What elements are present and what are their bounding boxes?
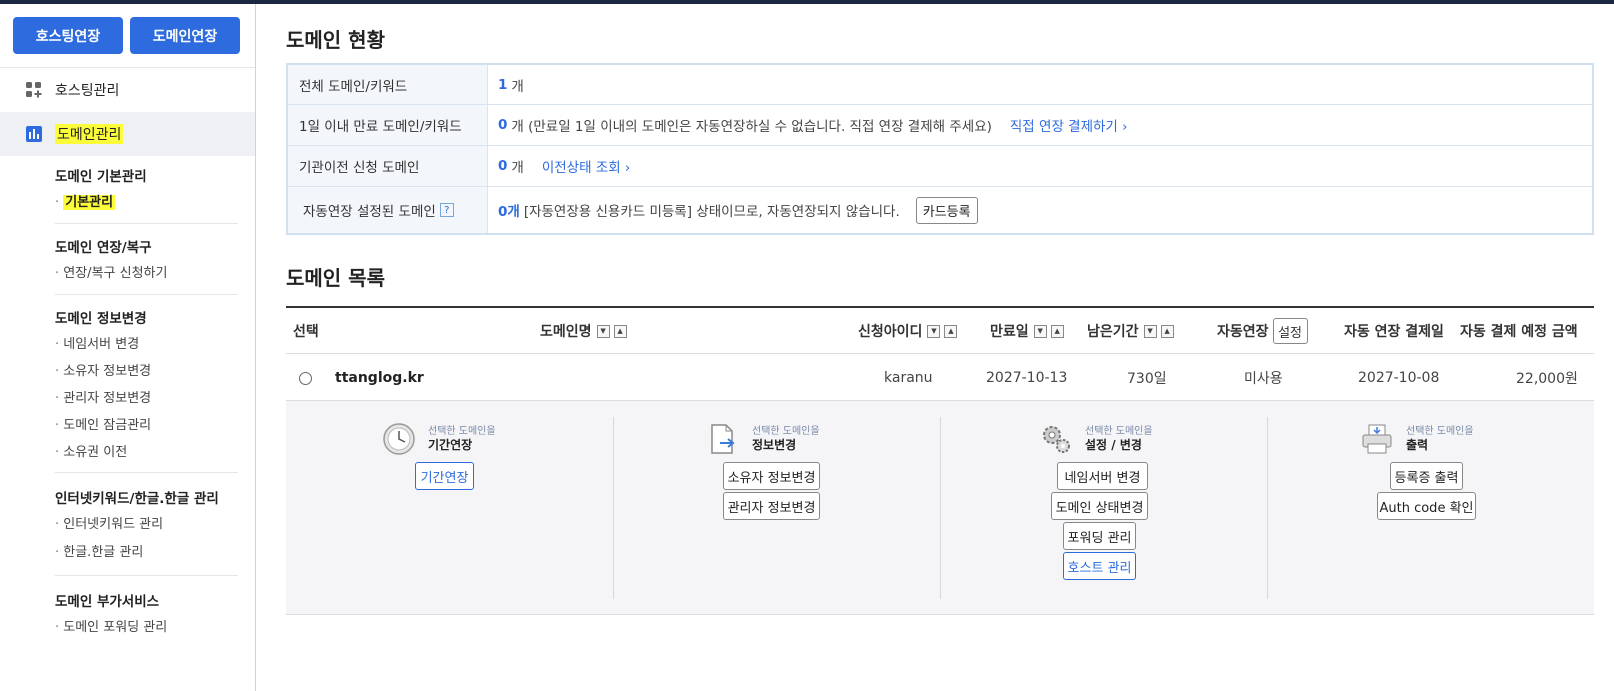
help-icon[interactable]: ? [439, 203, 454, 217]
sidebar-group-info: 도메인 정보변경 네임서버 변경 소유자 정보변경 관리자 정보변경 도메인 잠… [55, 295, 238, 473]
status-value: 1개 [498, 76, 524, 95]
action-column-extend: 선택한 도메인을 기간연장 기간연장 [286, 417, 613, 599]
sidebar-item-domain-label: 도메인관리 [55, 124, 124, 144]
sidebar-buttons: 호스팅연장 도메인연장 [0, 4, 255, 68]
sidebar-group-title: 인터넷키워드/한글.한글 관리 [55, 491, 219, 507]
status-value: 0 개 이전상태 조회 › [498, 156, 631, 176]
sidebar-link-nameserver[interactable]: 네임서버 변경 [55, 331, 238, 358]
status-value: 0개 [자동연장용 신용카드 미등록] 상태이므로, 자동연장되지 않습니다. 카드… [488, 187, 1592, 233]
sidebar-link-transfer[interactable]: 소유권 이전 [55, 439, 238, 466]
list-header: 선택 도메인명 ▼ ▲ 신청아이디 ▼ ▲ 만료일 ▼ ▲ 남은기간 ▼ ▲ 자동연장 … [286, 306, 1594, 354]
sidebar-link-hangul[interactable]: 한글.한글 관리 [55, 539, 238, 567]
sidebar-link-keyword[interactable]: 인터넷키워드 관리 [55, 511, 238, 539]
sidebar-item-hosting-label: 호스팅관리 [55, 83, 120, 99]
status-row: 자동연장 설정된 도메인? 0개 [자동연장용 신용카드 미등록] 상태이므로, … [288, 187, 1592, 233]
sidebar-group-renew: 도메인 연장/복구 연장/복구 신청하기 [55, 224, 238, 295]
printer-icon [1360, 422, 1394, 456]
action-header: 선택한 도메인을 설정 / 변경 [1039, 422, 1153, 456]
header-user-id: 신청아이디 ▼ ▲ [858, 308, 958, 354]
hosting-extend-button[interactable]: 호스팅연장 [13, 17, 123, 54]
domain-status-button[interactable]: 도메인 상태변경 [1051, 492, 1148, 520]
status-row: 전체 도메인/키워드 1개 [288, 65, 1592, 105]
action-column-settings: 선택한 도메인을 설정 / 변경 네임서버 변경 도메인 상태변경 포워딩 관리 … [940, 417, 1267, 599]
action-panel: 선택한 도메인을 기간연장 기간연장 선택한 도메인을 정보변경 소유자 정보변경 … [286, 401, 1594, 615]
sort-asc-icon[interactable]: ▲ [1160, 324, 1174, 338]
status-row: 1일 이내 만료 도메인/키워드 0개 (만료일 1일 이내의 도메인은 자동연… [288, 105, 1592, 146]
sidebar-item-domain[interactable]: 도메인관리 [0, 112, 255, 156]
sidebar-link-owner[interactable]: 소유자 정보변경 [55, 358, 238, 385]
sort-desc-icon[interactable]: ▼ [596, 324, 610, 338]
sort-asc-icon[interactable]: ▲ [1050, 324, 1064, 338]
header-select: 선택 [293, 324, 319, 340]
direct-renew-link[interactable]: 직접 연장 결제하기 › [1010, 115, 1128, 135]
forwarding-manage-button[interactable]: 포워딩 관리 [1063, 522, 1136, 550]
chart-icon [25, 125, 43, 143]
clock-icon [382, 422, 416, 456]
nameserver-change-button[interactable]: 네임서버 변경 [1057, 462, 1148, 490]
status-key: 자동연장 설정된 도메인? [288, 187, 488, 233]
row-auto-amount: 22,000원 [1516, 371, 1578, 387]
auto-setting-button[interactable]: 설정 [1272, 318, 1308, 344]
admin-info-button[interactable]: 관리자 정보변경 [723, 492, 820, 520]
domain-name: ttanglog.kr [335, 370, 424, 386]
status-key: 기관이전 신청 도메인 [288, 146, 488, 186]
card-register-button[interactable]: 카드등록 [915, 196, 978, 224]
status-key: 1일 이내 만료 도메인/키워드 [288, 105, 488, 145]
row-radio[interactable] [299, 355, 312, 401]
action-column-info: 선택한 도메인을 정보변경 소유자 정보변경 관리자 정보변경 [613, 417, 940, 599]
sidebar-link-basic[interactable]: 기본관리 [55, 189, 238, 217]
host-manage-button[interactable]: 호스트 관리 [1063, 552, 1136, 580]
row-remaining: 730일 [1127, 371, 1167, 387]
sort-asc-icon[interactable]: ▲ [944, 324, 958, 338]
sidebar-group-title: 도메인 정보변경 [55, 311, 147, 327]
sidebar: 호스팅연장 도메인연장 호스팅관리 도메인관리 도메인 기본관리 기본관리 도메… [0, 4, 256, 691]
transfer-status-link[interactable]: 이전상태 조회 › [542, 156, 631, 176]
header-auto-amount: 자동 결제 예정 금액 [1460, 324, 1578, 340]
gears-icon [1039, 422, 1073, 456]
sidebar-link-lock[interactable]: 도메인 잠금관리 [55, 412, 238, 439]
list-title: 도메인 목록 [286, 266, 385, 290]
status-row: 기관이전 신청 도메인 0 개 이전상태 조회 › [288, 146, 1592, 187]
print-certificate-button[interactable]: 등록증 출력 [1390, 462, 1463, 490]
sidebar-group-extra: 도메인 부가서비스 도메인 포워딩 관리 [55, 576, 238, 652]
auth-code-button[interactable]: Auth code 확인 [1377, 492, 1476, 520]
action-header: 선택한 도메인을 기간연장 [382, 422, 496, 456]
grid-plus-icon [25, 81, 43, 99]
header-auto-date: 자동 연장 결제일 [1344, 324, 1444, 340]
status-value: 0개 (만료일 1일 이내의 도메인은 자동연장하실 수 없습니다. 직접 연장… [498, 115, 1128, 135]
sort-desc-icon[interactable]: ▼ [1143, 324, 1157, 338]
status-title: 도메인 현황 [286, 28, 385, 52]
header-domain: 도메인명 ▼ ▲ [540, 308, 627, 354]
action-header: 선택한 도메인을 출력 [1360, 422, 1474, 456]
row-expire: 2027-10-13 [986, 370, 1068, 386]
sidebar-link-admin[interactable]: 관리자 정보변경 [55, 385, 238, 412]
extend-period-button[interactable]: 기간연장 [415, 462, 474, 490]
sidebar-group-title: 도메인 연장/복구 [55, 240, 152, 256]
header-expire: 만료일 ▼ ▲ [990, 308, 1064, 354]
domain-extend-button[interactable]: 도메인연장 [130, 17, 240, 54]
document-arrow-icon [706, 422, 740, 456]
row-auto: 미사용 [1244, 371, 1283, 387]
table-row[interactable]: ttanglog.kr karanu 2027-10-13 730일 미사용 2… [286, 355, 1594, 401]
action-column-print: 선택한 도메인을 출력 등록증 출력 Auth code 확인 [1267, 417, 1594, 599]
row-auto-date: 2027-10-08 [1358, 370, 1440, 386]
sidebar-group-title: 도메인 기본관리 [55, 169, 147, 185]
sidebar-group-basic: 도메인 기본관리 기본관리 [55, 156, 238, 224]
status-table: 전체 도메인/키워드 1개 1일 이내 만료 도메인/키워드 0개 (만료일 1… [286, 63, 1594, 235]
status-key: 전체 도메인/키워드 [288, 65, 488, 104]
sidebar-item-hosting[interactable]: 호스팅관리 [0, 68, 255, 112]
sort-asc-icon[interactable]: ▲ [613, 324, 627, 338]
sort-desc-icon[interactable]: ▼ [1033, 324, 1047, 338]
header-auto: 자동연장 설정 [1217, 308, 1308, 354]
header-remaining: 남은기간 ▼ ▲ [1087, 308, 1174, 354]
sidebar-group-title: 도메인 부가서비스 [55, 594, 160, 610]
owner-info-button[interactable]: 소유자 정보변경 [723, 462, 820, 490]
action-header: 선택한 도메인을 정보변경 [706, 422, 820, 456]
sidebar-group-keyword: 인터넷키워드/한글.한글 관리 인터넷키워드 관리 한글.한글 관리 [55, 473, 238, 576]
row-user-id: karanu [884, 370, 933, 386]
sort-desc-icon[interactable]: ▼ [927, 324, 941, 338]
sidebar-link-renew[interactable]: 연장/복구 신청하기 [55, 260, 238, 288]
sidebar-link-forwarding[interactable]: 도메인 포워딩 관리 [55, 614, 238, 642]
